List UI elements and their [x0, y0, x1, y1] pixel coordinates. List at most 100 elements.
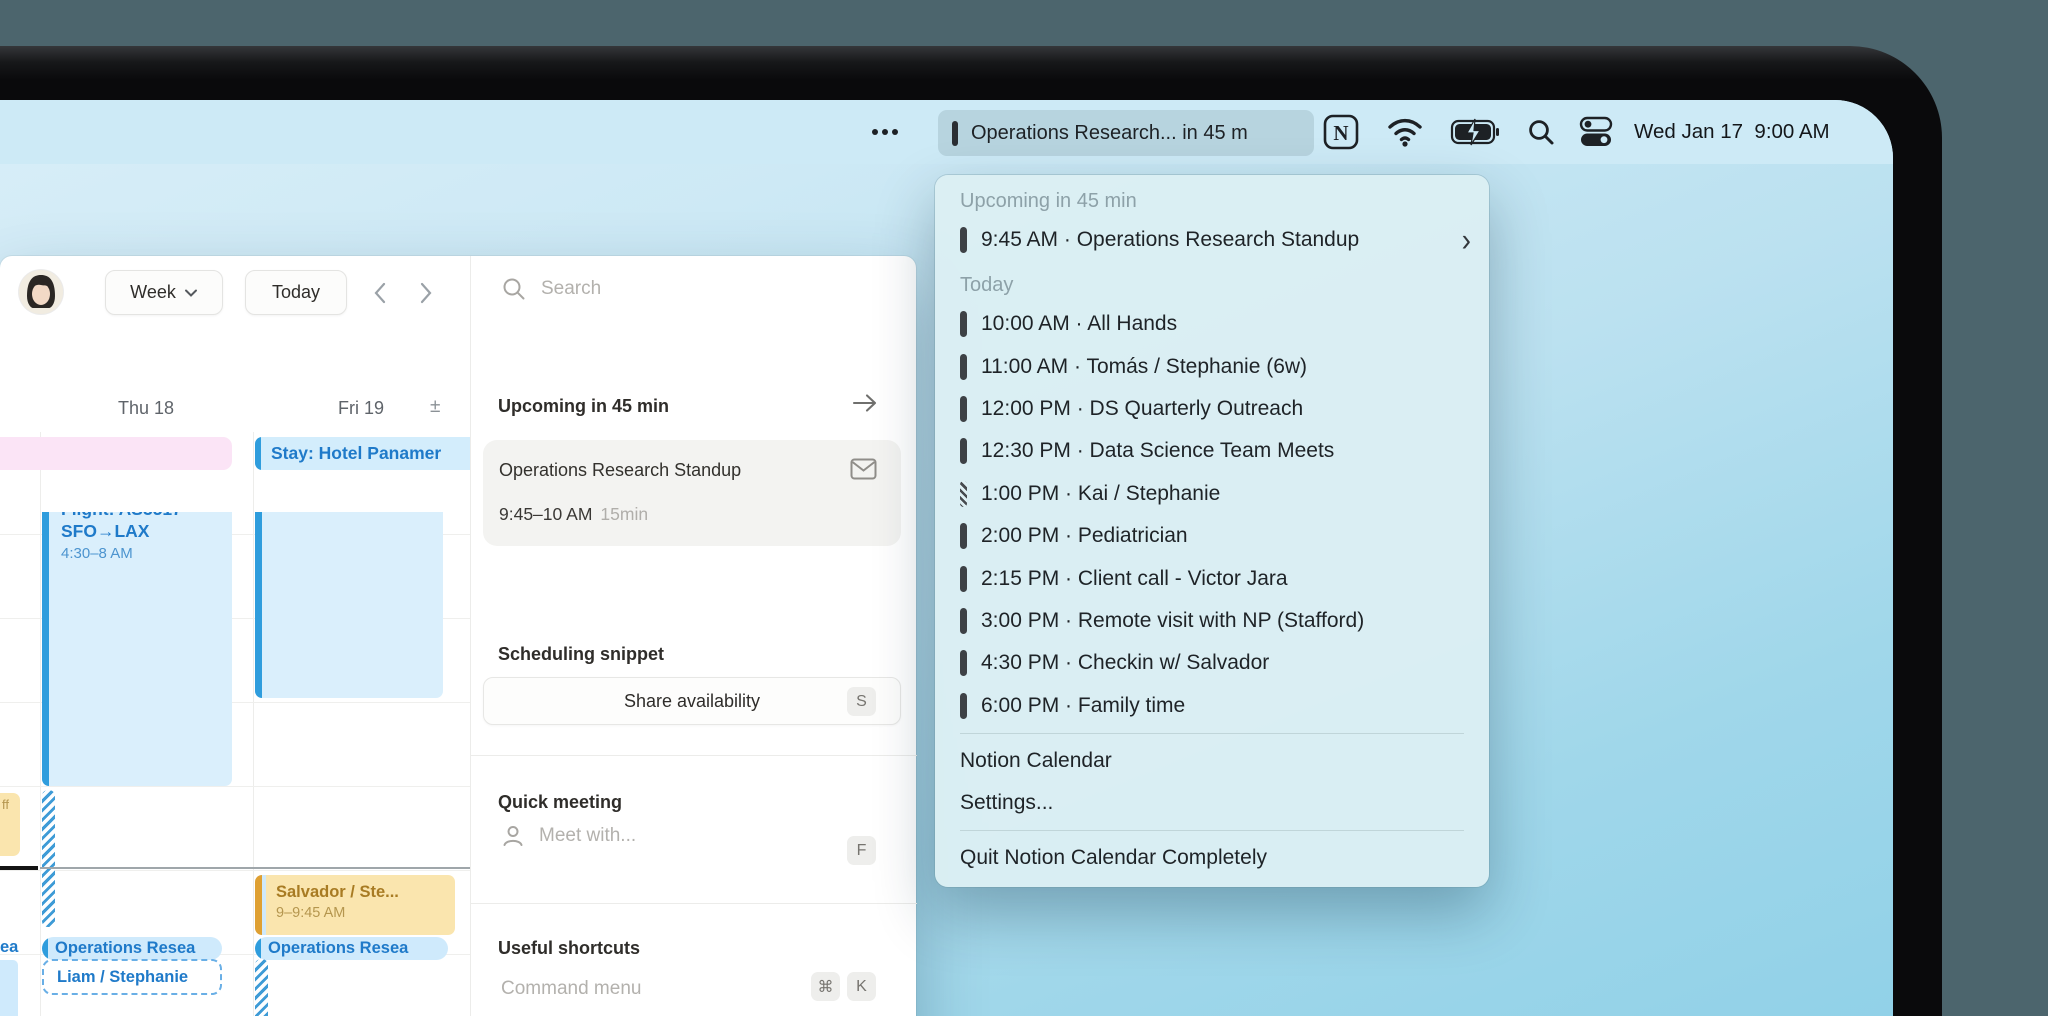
search-icon	[503, 278, 525, 300]
menu-item-event[interactable]: 3:00 PM · Remote visit with NP (Stafford…	[935, 600, 1489, 642]
menu-divider	[960, 829, 1464, 831]
menu-item-event[interactable]: 10:00 AM · All Hands	[935, 303, 1489, 345]
event-fragment-yellow[interactable]: ff	[0, 793, 20, 856]
email-icon[interactable]	[850, 458, 877, 480]
notion-calendar-menu-dropdown: Upcoming in 45 min 9:45 AM · Operations …	[935, 175, 1489, 887]
scheduling-section-header: Scheduling snippet	[498, 644, 665, 664]
event-card-title: Operations Research Standup	[499, 460, 742, 480]
menu-item-event[interactable]: 11:00 AM · Tomás / Stephanie (6w)	[935, 345, 1489, 387]
allday-event-stay[interactable]: Stay: Hotel Panamer	[255, 437, 470, 470]
meet-with-input[interactable]	[539, 825, 819, 847]
event-title: Liam / Stephanie	[57, 967, 189, 986]
event-title: Flight: AS3517	[61, 512, 232, 520]
view-selector-button[interactable]: Week	[105, 270, 223, 315]
event-color-indicator	[960, 692, 967, 719]
event-time: 4:30–8 AM	[61, 545, 133, 562]
menu-item-label: 12:00 PM · DS Quarterly Outreach	[981, 396, 1304, 420]
arrow-right-icon[interactable]	[851, 392, 879, 419]
divider	[471, 903, 917, 904]
event-color-indicator	[960, 565, 967, 592]
today-header: Today	[960, 274, 1014, 296]
hatched-event-strip[interactable]	[42, 790, 55, 927]
event-flight[interactable]: Flight: AS3517 SFO→LAX 4:30–8 AM	[42, 512, 232, 786]
day-header-fri[interactable]: Fri 19	[297, 398, 425, 419]
menu-bar-clock[interactable]: Wed Jan 17 9:00 AM	[1634, 100, 1830, 164]
search-row[interactable]	[501, 276, 821, 302]
event-route: SFO→LAX	[61, 521, 150, 541]
divider	[471, 755, 917, 756]
menu-item-event[interactable]: 6:00 PM · Family time	[935, 685, 1489, 727]
view-selector-label: Week	[130, 282, 176, 302]
event-card-time: 9:45–10 AM 15min	[499, 504, 649, 524]
shortcut-key-f: F	[847, 836, 876, 865]
shortcut-key-s: S	[847, 687, 876, 716]
menu-item-settings[interactable]: Settings...	[935, 782, 1489, 824]
wifi-icon[interactable]	[1386, 100, 1424, 164]
menu-item-label: 2:15 PM · Client call - Victor Jara	[981, 566, 1288, 590]
event-title: Salvador / Ste...	[276, 883, 399, 901]
notion-calendar-status-item[interactable]: Operations Research... in 45 m	[938, 110, 1314, 156]
event-color-indicator	[952, 120, 958, 146]
menu-item-event[interactable]: 2:15 PM · Client call - Victor Jara	[935, 557, 1489, 599]
event-color-indicator	[960, 227, 967, 253]
shortcuts-section-header: Useful shortcuts	[498, 938, 641, 958]
day-header-thu[interactable]: Thu 18	[82, 398, 210, 419]
desktop-stage: Operations Research... in 45 m N Wed Jan…	[0, 0, 2048, 1016]
control-center-icon[interactable]	[1578, 100, 1614, 164]
event-fragment-blue[interactable]	[0, 960, 18, 1016]
menu-item-upcoming-event[interactable]: 9:45 AM · Operations Research Standup ›	[935, 217, 1489, 263]
event-untitled-blue[interactable]	[255, 512, 443, 698]
event-color-indicator	[960, 650, 967, 677]
allday-event-pink[interactable]	[0, 437, 232, 470]
today-button[interactable]: Today	[245, 270, 347, 315]
spotlight-search-icon[interactable]	[1526, 100, 1556, 164]
event-operations-research-fri[interactable]: Operations Resea	[255, 937, 448, 960]
command-menu-label: Command menu	[501, 978, 642, 999]
chevron-down-icon	[184, 289, 197, 297]
previous-week-button[interactable]	[368, 280, 394, 306]
share-availability-button[interactable]: Share availability S	[483, 677, 901, 725]
menu-item-quit[interactable]: Quit Notion Calendar Completely	[935, 837, 1489, 879]
menu-item-event[interactable]: 1:00 PM · Kai / Stephanie	[935, 473, 1489, 515]
event-color-indicator	[960, 353, 967, 380]
notion-app-icon[interactable]: N	[1322, 100, 1360, 164]
menu-item-label: 4:30 PM · Checkin w/ Salvador	[981, 651, 1270, 675]
upcoming-event-card[interactable]: Operations Research Standup 9:45–10 AM 15…	[483, 440, 901, 546]
search-input[interactable]	[541, 278, 821, 300]
event-salvador[interactable]: Salvador / Ste... 9–9:45 AM	[255, 875, 455, 935]
menu-item-label: 6:00 PM · Family time	[981, 693, 1186, 717]
menu-item-event[interactable]: 2:00 PM · Pediatrician	[935, 515, 1489, 557]
avatar[interactable]	[19, 270, 63, 314]
menu-item-label: 3:00 PM · Remote visit with NP (Stafford…	[981, 608, 1365, 632]
laptop-bezel: Operations Research... in 45 m N Wed Jan…	[0, 46, 1942, 1016]
allday-event-label: Stay: Hotel Panamer	[271, 443, 442, 463]
hatched-event-strip[interactable]	[255, 959, 268, 1016]
upcoming-section-header: Upcoming in 45 min	[498, 396, 670, 416]
event-color-indicator	[960, 395, 967, 422]
event-operations-research-thu[interactable]: Operations Resea	[42, 937, 222, 960]
menu-item-label: 11:00 AM · Tomás / Stephanie (6w)	[981, 354, 1308, 378]
event-color-indicator	[960, 311, 967, 338]
current-time-line	[40, 867, 470, 869]
menu-item-label: 9:45 AM · Operations Research Standup	[981, 228, 1360, 251]
timezone-adjust-icon[interactable]: ±	[430, 396, 440, 418]
person-icon	[503, 826, 523, 846]
menu-item-event[interactable]: 12:00 PM · DS Quarterly Outreach	[935, 388, 1489, 430]
menu-item-label: 1:00 PM · Kai / Stephanie	[981, 481, 1221, 505]
grid-hour-line	[0, 786, 470, 787]
menu-item-event[interactable]: 4:30 PM · Checkin w/ Salvador	[935, 642, 1489, 684]
sidebar-panel: Upcoming in 45 min Operations Research S…	[470, 256, 917, 1016]
menu-item-notion-calendar[interactable]: Notion Calendar	[935, 740, 1489, 782]
quick-meeting-section-header: Quick meeting	[498, 792, 623, 812]
event-title: Operations Resea	[268, 939, 409, 957]
chevron-right-icon: ›	[1461, 221, 1471, 258]
meet-with-row[interactable]	[501, 824, 819, 848]
menu-item-event[interactable]: 12:30 PM · Data Science Team Meets	[935, 430, 1489, 472]
event-color-indicator	[960, 607, 967, 634]
week-grid[interactable]: Flight: AS3517 SFO→LAX 4:30–8 AM Salvado…	[0, 512, 470, 1016]
event-liam-stephanie-tentative[interactable]: Liam / Stephanie	[42, 959, 222, 995]
next-week-button[interactable]	[412, 280, 438, 306]
event-color-indicator	[960, 480, 967, 507]
battery-charging-icon[interactable]	[1450, 100, 1500, 164]
menu-bar-overflow-icon[interactable]	[872, 100, 898, 164]
